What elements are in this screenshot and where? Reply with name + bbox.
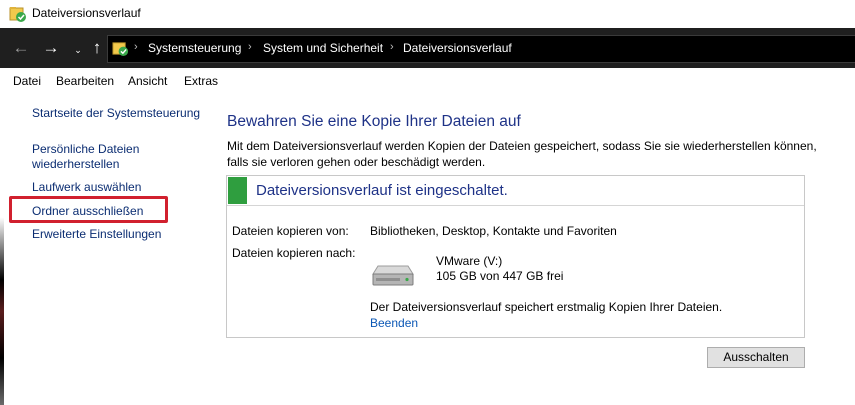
chevron-right-icon: › <box>390 41 394 53</box>
status-text: Dateiversionsverlauf ist eingeschaltet. <box>256 182 508 199</box>
background-window-edge <box>0 92 4 405</box>
page-description: Mit dem Dateiversionsverlauf werden Kopi… <box>227 139 817 169</box>
file-history-icon <box>9 7 26 22</box>
breadcrumb-dateiversionsverlauf[interactable]: Dateiversionsverlauf <box>403 41 512 55</box>
link-advanced-settings[interactable]: Erweiterte Einstellungen <box>32 226 161 242</box>
status-indicator <box>228 177 247 204</box>
link-restore-line2[interactable]: wiederherstellen <box>32 156 119 172</box>
page-title: Bewahren Sie eine Kopie Ihrer Dateien au… <box>227 113 521 130</box>
window-title: Dateiversionsverlauf <box>32 6 141 20</box>
up-arrow-icon[interactable]: ↑ <box>86 38 108 58</box>
back-arrow-icon[interactable]: ← <box>10 38 32 58</box>
menu-datei[interactable]: Datei <box>13 74 41 88</box>
drive-free-space: 105 GB von 447 GB frei <box>436 269 564 283</box>
chevron-right-icon: › <box>248 41 252 53</box>
address-bar[interactable]: › Systemsteuerung › System und Sicherhei… <box>107 35 855 63</box>
status-panel: Dateiversionsverlauf ist eingeschaltet. … <box>226 175 805 338</box>
file-history-icon <box>112 42 129 57</box>
turn-off-button[interactable]: Ausschalten <box>707 347 805 368</box>
breadcrumb-system-sicherheit[interactable]: System und Sicherheit <box>263 41 383 55</box>
menu-extras[interactable]: Extras <box>184 74 218 88</box>
title-bar: Dateiversionsverlauf <box>0 0 855 28</box>
navigation-bar: ← → ⌄ ↑ › Systemsteuerung › System und S… <box>0 28 855 68</box>
menu-bearbeiten[interactable]: Bearbeiten <box>56 74 114 88</box>
drive-name: VMware (V:) <box>436 254 503 268</box>
stop-link[interactable]: Beenden <box>370 316 418 330</box>
info-text: Der Dateiversionsverlauf speichert erstm… <box>370 300 723 314</box>
copy-from-value: Bibliotheken, Desktop, Kontakte und Favo… <box>370 224 617 238</box>
drive-icon <box>372 265 414 286</box>
link-select-drive[interactable]: Laufwerk auswählen <box>32 179 141 195</box>
copy-to-label: Dateien kopieren nach: <box>232 246 356 260</box>
breadcrumb-systemsteuerung[interactable]: Systemsteuerung <box>148 41 241 55</box>
forward-arrow-icon[interactable]: → <box>40 38 62 58</box>
link-home[interactable]: Startseite der Systemsteuerung <box>32 105 200 121</box>
menu-ansicht[interactable]: Ansicht <box>128 74 167 88</box>
copy-from-label: Dateien kopieren von: <box>232 224 349 238</box>
status-header: Dateiversionsverlauf ist eingeschaltet. <box>227 176 804 206</box>
highlight-box <box>9 196 168 223</box>
chevron-right-icon: › <box>134 41 138 53</box>
link-restore-line1[interactable]: Persönliche Dateien <box>32 141 139 157</box>
menu-bar: Datei Bearbeiten Ansicht Extras <box>0 68 855 92</box>
